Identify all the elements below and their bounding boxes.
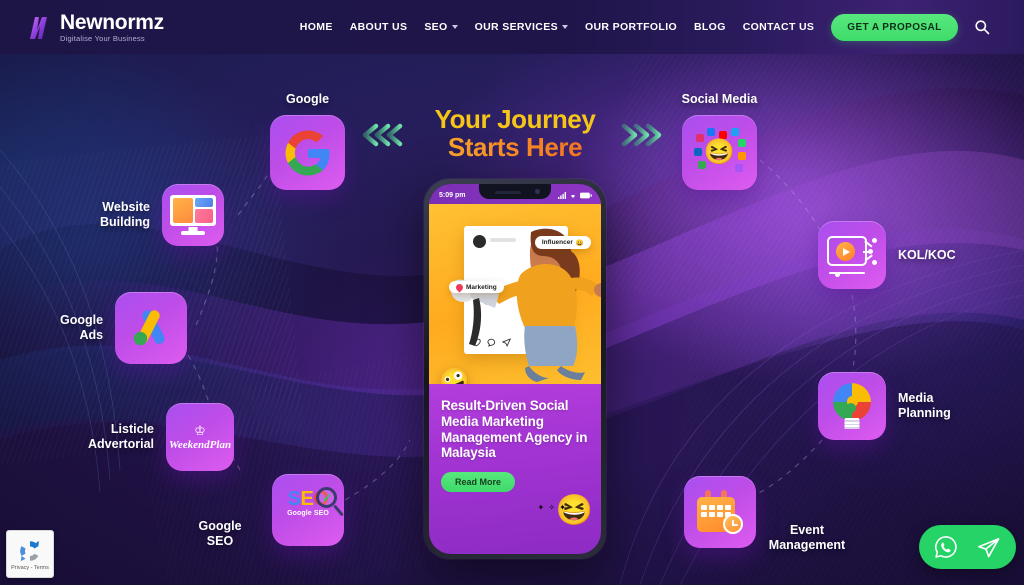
recaptcha-badge[interactable]: Privacy - Terms <box>6 530 54 578</box>
google-ads-icon <box>133 310 165 346</box>
nav-label: CONTACT US <box>742 21 815 33</box>
emoji-sticker: 🤪 <box>438 366 471 384</box>
logo-name: Newnormz <box>60 10 164 34</box>
chevron-down-icon <box>561 25 568 29</box>
service-node-website-building[interactable]: Website Building <box>100 184 224 246</box>
chevron-down-icon <box>451 25 458 29</box>
recaptcha-legend: Privacy - Terms <box>11 564 49 571</box>
logo-tagline: Digitalise Your Business <box>60 33 145 43</box>
nav-item-our-services[interactable]: OUR SERVICES <box>475 21 568 33</box>
search-icon[interactable] <box>974 19 990 35</box>
service-label-listicle: Listicle Advertorial <box>88 422 154 451</box>
nav-item-seo[interactable]: SEO <box>424 21 458 33</box>
service-tile-social-media[interactable]: Social Media 😆 <box>682 92 757 190</box>
service-node-listicle[interactable]: Listicle Advertorial ♔ WeekendPlan <box>88 403 234 471</box>
service-tile-listicle[interactable]: ♔ WeekendPlan <box>166 403 234 471</box>
read-more-button[interactable]: Read More <box>441 472 516 493</box>
status-time: 5:09 pm <box>439 191 466 199</box>
seo-magnifier-icon: SEO Google SEO ✓ <box>280 487 344 531</box>
chevrons-left-icon <box>358 122 404 148</box>
service-label-event-management: Event Management <box>768 523 846 552</box>
service-node-google-ads[interactable]: Google Ads <box>60 292 188 364</box>
phone-notch <box>479 184 551 199</box>
signal-icon <box>558 191 566 199</box>
site-logo[interactable]: Newnormz Digitalise Your Business <box>27 12 164 43</box>
service-label-google-ads: Google Ads <box>60 313 104 342</box>
service-label-google-seo: Google SEO <box>198 519 242 548</box>
weekendplan-wordmark: WeekendPlan <box>168 438 232 451</box>
nav-label: HOME <box>299 21 333 33</box>
service-tile-google-ads[interactable] <box>115 292 188 364</box>
site-header: Newnormz Digitalise Your Business HOME A… <box>0 0 1024 54</box>
nav-item-about-us[interactable]: ABOUT US <box>350 21 408 33</box>
nav-label: ABOUT US <box>349 21 408 33</box>
tag-marketing: Marketing <box>449 281 504 293</box>
social-media-emoji-icon: 😆 <box>693 127 746 178</box>
tag-influencer: Influencer 😀 <box>534 236 591 249</box>
get-a-proposal-button[interactable]: GET A PROPOSAL <box>831 13 958 41</box>
nav-label: OUR PORTFOLIO <box>584 21 677 33</box>
nav-label: OUR SERVICES <box>474 21 558 33</box>
tag-label: Influencer <box>541 239 573 246</box>
laughing-emoji-icon: 😆 <box>703 138 736 166</box>
sparkle-icon: ✦ ✧ ✦ <box>537 503 567 512</box>
phone-promo-panel: Result-Driven Social Media Marketing Man… <box>429 384 601 554</box>
service-tile-media-planning[interactable] <box>818 372 886 440</box>
nav-item-contact-us[interactable]: CONTACT US <box>743 21 815 33</box>
hero-headline: Your Journey Starts Here <box>425 104 605 162</box>
monitor-icon <box>170 195 216 235</box>
nav-label: BLOG <box>693 21 726 33</box>
telegram-send-icon[interactable] <box>975 534 1002 561</box>
nav-item-home[interactable]: HOME <box>300 21 333 33</box>
service-label-kol-koc: KOL/KOC <box>898 247 956 262</box>
chevrons-right-icon <box>620 122 666 148</box>
service-label-website-building: Website Building <box>100 200 150 229</box>
service-node-media-planning[interactable]: Media Planning <box>818 372 951 440</box>
service-tile-website-building[interactable] <box>162 184 224 246</box>
smiley-icon: 😀 <box>575 239 584 247</box>
page-stage: Newnormz Digitalise Your Business HOME A… <box>0 0 1024 585</box>
phone-headline: Result-Driven Social Media Marketing Man… <box>441 398 588 461</box>
service-node-event-management[interactable] <box>684 476 756 548</box>
social-emoji-sticker: ✦ ✧ ✦ 😆 <box>537 493 593 528</box>
weekendplan-logo-icon: ♔ WeekendPlan <box>168 422 232 451</box>
service-tile-event-management[interactable] <box>684 476 756 548</box>
google-g-icon <box>284 129 330 176</box>
newnormz-logo-mark-icon <box>27 14 53 41</box>
seo-subtext: Google SEO <box>287 510 329 517</box>
service-label-media-planning: Media Planning <box>898 391 951 420</box>
heart-icon <box>454 282 465 292</box>
nav-item-blog[interactable]: BLOG <box>694 21 726 33</box>
service-tile-google[interactable]: Google <box>270 92 345 190</box>
service-node-kol-koc[interactable]: KOL/KOC <box>818 221 956 289</box>
nav-item-our-portfolio[interactable]: OUR PORTFOLIO <box>585 21 677 33</box>
headline-line-1: Your Journey <box>434 104 596 134</box>
service-tile-kol-koc[interactable] <box>818 221 886 289</box>
service-tile-google-seo[interactable]: SEO Google SEO ✓ <box>272 474 344 546</box>
service-node-google-seo-label: Google SEO <box>188 519 252 549</box>
service-label-google: Google <box>285 92 330 106</box>
whatsapp-icon[interactable] <box>933 534 959 560</box>
battery-icon <box>580 192 592 198</box>
recaptcha-icon <box>20 540 39 561</box>
service-label-social-media: Social Media <box>681 92 758 106</box>
calendar-clock-icon <box>697 490 743 534</box>
service-node-google-seo[interactable]: SEO Google SEO ✓ <box>272 474 344 546</box>
service-node-event-management-label: Event Management <box>760 523 854 553</box>
service-node-google[interactable]: Google <box>270 92 345 190</box>
phone-mockup: 5:09 pm Marketing Influencer 😀 🤪 Result-… <box>424 179 606 559</box>
wifi-icon <box>570 194 576 198</box>
headline-line-2: Starts Here <box>425 133 605 162</box>
service-node-social-media[interactable]: Social Media 😆 <box>682 92 757 190</box>
main-nav: HOME ABOUT US SEO OUR SERVICES OUR PORTF… <box>300 21 815 33</box>
phone-hero-image: Marketing Influencer 😀 🤪 <box>429 198 601 384</box>
video-player-icon <box>827 234 877 277</box>
tag-label: Marketing <box>466 283 497 291</box>
floating-contact-bar[interactable] <box>919 525 1016 569</box>
nav-label: SEO <box>424 21 448 33</box>
lightbulb-puzzle-icon <box>831 383 873 429</box>
